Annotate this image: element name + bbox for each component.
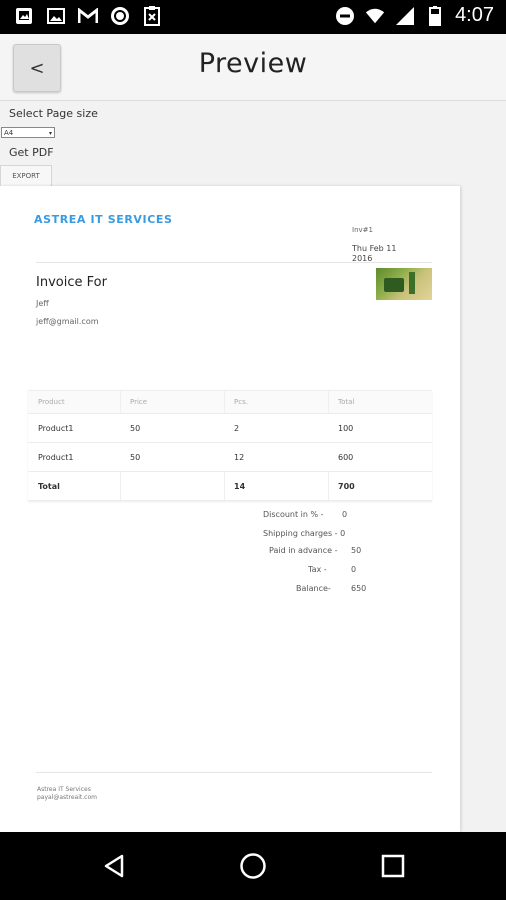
table-total-row: Total 14 700 [28, 472, 432, 501]
nav-home-icon [240, 853, 266, 879]
tax-value: 0 [351, 565, 357, 574]
table-row: Product1 50 2 100 [28, 414, 432, 443]
company-name: ASTREA IT SERVICES [34, 213, 173, 226]
column-divider [328, 391, 329, 413]
gmail-icon [78, 6, 98, 26]
page-size-value: A4 [4, 129, 14, 137]
column-divider [120, 472, 121, 500]
column-divider [328, 472, 329, 500]
cell-product: Product1 [38, 423, 74, 433]
cell-pcs: 2 [234, 423, 240, 433]
total-amount: 700 [338, 481, 355, 491]
paid-value: 50 [351, 546, 362, 555]
image-icon [46, 6, 66, 26]
header-divider [36, 262, 432, 263]
notification-icons [14, 6, 162, 26]
system-icons: 4:07 [335, 4, 494, 27]
header-price: Price [130, 398, 148, 406]
wifi-icon [365, 6, 385, 26]
shipping-label: Shipping charges - 0 [263, 529, 346, 538]
nav-recents-icon [381, 854, 405, 878]
logo-lamp-shape [409, 272, 415, 294]
clock: 4:07 [455, 4, 494, 26]
total-label: Total [38, 481, 60, 491]
invoice-number: Inv#1 [352, 226, 373, 234]
balance-value: 650 [351, 584, 367, 593]
tax-label: Tax - [308, 565, 327, 574]
nav-home-button[interactable] [233, 846, 273, 886]
client-name: Jeff [36, 299, 49, 308]
invoice-for-heading: Invoice For [36, 275, 107, 290]
footer-company: Astrea IT Services [37, 786, 91, 793]
battery-icon [425, 5, 445, 26]
gallery-icon [14, 6, 34, 26]
client-email: jeff@gmail.com [36, 317, 99, 326]
footer-email: payal@astreait.com [37, 794, 97, 801]
header-product: Product [38, 398, 65, 406]
header-total: Total [338, 398, 355, 406]
cell-total: 100 [338, 423, 354, 433]
cell-price: 50 [130, 423, 141, 433]
cell-total: 600 [338, 452, 354, 462]
dnd-icon [335, 6, 355, 26]
invoice-date: Thu Feb 11 2016 [352, 244, 397, 263]
app-bar: < Preview [0, 34, 506, 101]
page-size-select[interactable]: A4 ▾ [1, 127, 55, 138]
get-pdf-label: Get PDF [9, 146, 54, 159]
discount-value: 0 [342, 510, 348, 519]
logo-chair-shape [384, 278, 404, 292]
invoice-preview: ASTREA IT SERVICES Inv#1 Thu Feb 11 2016… [0, 186, 460, 832]
company-logo [376, 268, 432, 300]
dropdown-arrow-icon: ▾ [48, 130, 52, 137]
table-header-row: Product Price Pcs. Total [28, 391, 432, 414]
cell-price: 50 [130, 452, 141, 462]
header-pcs: Pcs. [234, 398, 248, 406]
nav-back-icon [104, 854, 124, 878]
signal-icon [395, 6, 415, 26]
app-icon [110, 6, 130, 26]
export-button-label: EXPORT [12, 172, 40, 180]
export-button[interactable]: EXPORT [0, 165, 52, 186]
footer-divider [36, 772, 432, 773]
page-title: Preview [198, 48, 308, 79]
balance-label: Balance- [296, 584, 331, 593]
invoice-table: Product Price Pcs. Total Product1 50 2 1… [28, 390, 432, 501]
cell-pcs: 12 [234, 452, 245, 462]
column-divider [120, 391, 121, 413]
nav-back-button[interactable] [94, 846, 134, 886]
clipboard-icon [142, 6, 162, 26]
table-row: Product1 50 12 600 [28, 443, 432, 472]
paid-label: Paid in advance - [269, 546, 338, 555]
page-size-label: Select Page size [9, 107, 98, 120]
column-divider [224, 472, 225, 500]
navigation-bar [0, 832, 506, 900]
total-pcs: 14 [234, 481, 246, 491]
column-divider [224, 391, 225, 413]
discount-label: Discount in % - [263, 510, 324, 519]
nav-recents-button[interactable] [373, 846, 413, 886]
status-bar: 4:07 [0, 0, 506, 34]
cell-product: Product1 [38, 452, 74, 462]
